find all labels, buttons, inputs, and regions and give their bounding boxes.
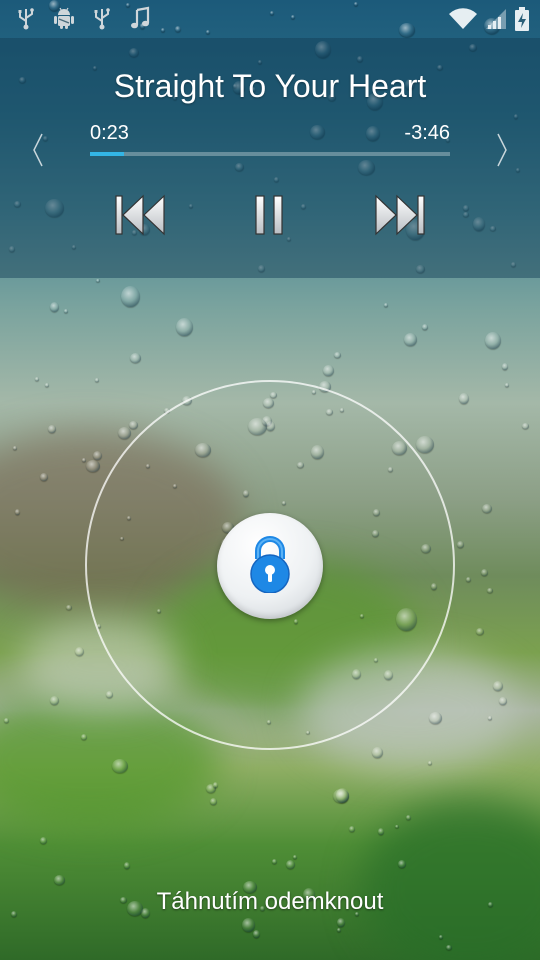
skip-previous-icon xyxy=(112,192,168,243)
skip-next-icon xyxy=(372,192,428,243)
background-blur xyxy=(360,800,540,960)
raindrop xyxy=(286,860,295,869)
raindrop xyxy=(81,734,87,740)
raindrop xyxy=(323,365,334,376)
raindrop xyxy=(272,859,277,864)
raindrop xyxy=(54,875,65,885)
raindrop xyxy=(64,309,68,313)
raindrop xyxy=(487,588,493,593)
raindrop xyxy=(493,681,503,691)
raindrop xyxy=(66,605,72,610)
raindrop xyxy=(337,918,345,927)
raindrop xyxy=(337,928,341,932)
raindrop xyxy=(404,333,417,346)
raindrop xyxy=(505,383,509,387)
raindrop xyxy=(95,378,99,382)
raindrop xyxy=(466,577,471,582)
raindrop xyxy=(4,718,9,723)
unlock-hint: Táhnutím odemknout xyxy=(156,888,384,915)
raindrop xyxy=(253,930,260,938)
raindrop xyxy=(398,860,406,868)
pause-icon xyxy=(250,192,290,243)
raindrop xyxy=(333,789,349,803)
raindrop xyxy=(349,826,355,832)
usb-icon xyxy=(90,6,114,30)
lock-screen: Straight To Your Heart 0:23 -3:46 Táhnut… xyxy=(0,0,540,960)
raindrop xyxy=(82,458,86,462)
raindrop xyxy=(35,377,39,381)
raindrop xyxy=(428,761,432,765)
raindrop xyxy=(86,460,100,472)
raindrop xyxy=(372,747,383,758)
status-bar xyxy=(0,0,540,38)
raindrop xyxy=(48,425,56,433)
raindrop xyxy=(476,628,484,635)
raindrop xyxy=(124,862,130,869)
raindrop xyxy=(422,324,428,330)
raindrop xyxy=(485,332,501,349)
raindrop xyxy=(96,279,100,282)
raindrop xyxy=(40,473,48,481)
raindrop xyxy=(121,286,140,307)
progress-bar[interactable] xyxy=(90,152,450,156)
raindrop xyxy=(13,446,17,450)
raindrop xyxy=(416,436,434,453)
signal-icon xyxy=(484,7,508,36)
raindrop xyxy=(499,697,507,705)
raindrop xyxy=(242,918,255,932)
raindrop xyxy=(459,393,469,404)
music-note-icon xyxy=(128,6,152,30)
raindrop xyxy=(481,569,488,576)
raindrop xyxy=(482,504,492,513)
pause-button[interactable] xyxy=(240,192,300,242)
raindrop xyxy=(106,691,113,698)
raindrop xyxy=(334,352,341,358)
raindrop xyxy=(395,825,399,828)
previous-widget-arrow[interactable] xyxy=(28,130,48,170)
android-debug-icon xyxy=(52,6,76,30)
raindrop xyxy=(210,798,217,805)
raindrop xyxy=(457,541,464,548)
raindrop xyxy=(429,712,442,724)
unlock-handle[interactable] xyxy=(217,513,323,619)
raindrop xyxy=(112,759,128,773)
raindrop xyxy=(45,383,49,387)
raindrop xyxy=(129,421,138,429)
raindrop xyxy=(130,353,141,363)
wifi-icon xyxy=(448,7,478,36)
raindrop xyxy=(522,423,529,429)
next-widget-arrow[interactable] xyxy=(492,130,512,170)
raindrop xyxy=(406,815,411,820)
raindrop xyxy=(15,509,20,515)
raindrop xyxy=(118,427,131,439)
raindrop xyxy=(488,716,492,720)
remaining-time: -3:46 xyxy=(404,122,450,144)
progress-fill xyxy=(90,152,125,156)
usb-icon xyxy=(14,6,38,30)
raindrop xyxy=(40,837,47,844)
music-widget: Straight To Your Heart 0:23 -3:46 xyxy=(0,38,540,278)
skip-next-button[interactable] xyxy=(370,192,430,242)
raindrop xyxy=(93,451,102,460)
lock-icon xyxy=(246,535,294,598)
raindrop xyxy=(502,363,508,370)
raindrop xyxy=(176,318,193,336)
raindrop xyxy=(75,647,84,656)
raindrop xyxy=(384,303,388,307)
raindrop xyxy=(50,302,59,312)
raindrop xyxy=(213,782,218,788)
song-title: Straight To Your Heart xyxy=(113,68,427,104)
raindrop xyxy=(439,935,443,939)
battery-charging-icon xyxy=(514,6,530,37)
skip-previous-button[interactable] xyxy=(110,192,170,242)
raindrop xyxy=(50,696,59,705)
raindrop xyxy=(378,828,384,835)
elapsed-time: 0:23 xyxy=(90,122,129,144)
raindrop xyxy=(293,855,297,859)
raindrop xyxy=(446,945,452,950)
